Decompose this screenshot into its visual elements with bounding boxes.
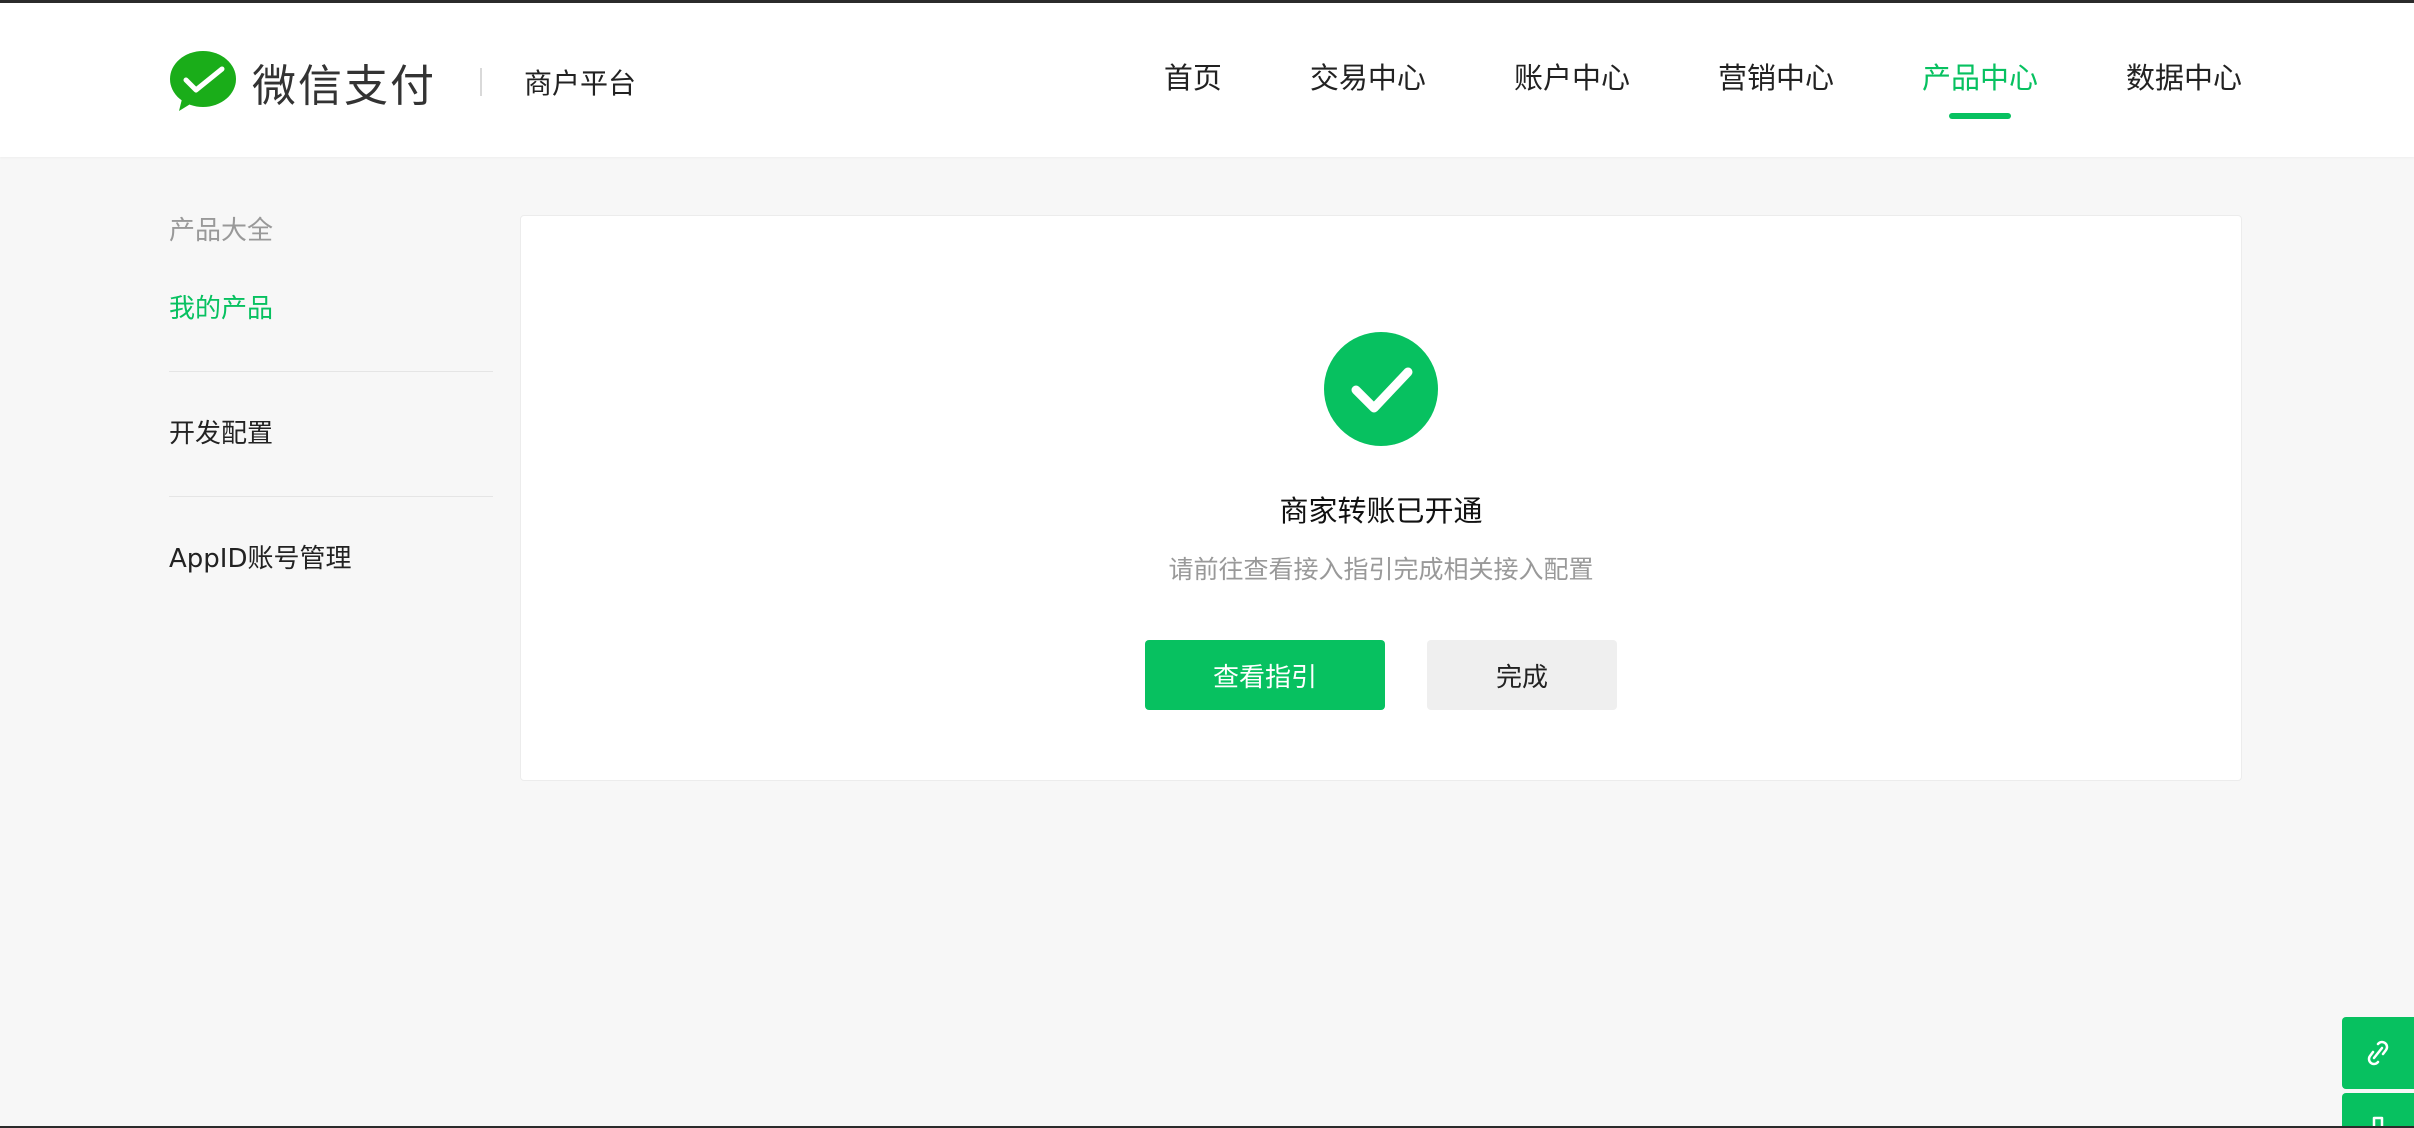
- nav-item-data-center[interactable]: 数据中心: [2126, 43, 2242, 119]
- sidebar-item-dev-config[interactable]: 开发配置: [169, 406, 493, 462]
- nav-item-home[interactable]: 首页: [1164, 43, 1222, 119]
- nav-item-trade-center[interactable]: 交易中心: [1310, 43, 1426, 119]
- float-download-button[interactable]: [2342, 1093, 2414, 1126]
- result-panel: 商家转账已开通 请前往查看接入指引完成相关接入配置 查看指引 完成: [521, 216, 2241, 710]
- brand-subtitle: 商户平台: [524, 67, 637, 100]
- brand[interactable]: 微信支付 商户平台: [168, 47, 636, 117]
- wechat-pay-logo-icon: [170, 51, 236, 111]
- top-header: 微信支付 商户平台 首页 交易中心 账户中心 营销中心 产品中心 数据中心: [0, 3, 2414, 157]
- result-description: 请前往查看接入指引完成相关接入配置: [1168, 555, 1594, 584]
- sidebar-group-title[interactable]: 产品大全: [169, 203, 493, 259]
- sidebar-item-appid-management[interactable]: AppID账号管理: [169, 531, 493, 587]
- done-button[interactable]: 完成: [1427, 640, 1617, 710]
- result-title: 商家转账已开通: [1279, 494, 1483, 528]
- result-actions: 查看指引 完成: [1145, 640, 1617, 710]
- view-guide-button[interactable]: 查看指引: [1145, 640, 1385, 710]
- brand-name: 微信支付: [252, 61, 436, 112]
- nav-item-product-center[interactable]: 产品中心: [1922, 43, 2038, 119]
- nav-item-marketing-center[interactable]: 营销中心: [1718, 43, 1834, 119]
- sidebar: 产品大全 我的产品 开发配置 AppID账号管理: [169, 203, 493, 587]
- link-icon: [2367, 1040, 2389, 1066]
- nav-item-account-center[interactable]: 账户中心: [1514, 43, 1630, 119]
- float-link-button[interactable]: [2342, 1017, 2414, 1089]
- result-card: 商家转账已开通 请前往查看接入指引完成相关接入配置 查看指引 完成: [520, 215, 2242, 781]
- main-nav: 首页 交易中心 账户中心 营销中心 产品中心 数据中心: [1164, 43, 2242, 119]
- brand-divider: [480, 68, 482, 96]
- download-icon: [2372, 1116, 2384, 1126]
- floating-toolbar: [2342, 1017, 2414, 1126]
- sidebar-divider: [169, 371, 493, 372]
- sidebar-divider: [169, 496, 493, 497]
- page-frame: 微信支付 商户平台 首页 交易中心 账户中心 营销中心 产品中心 数据中心 产品…: [0, 0, 2414, 1128]
- sidebar-item-my-products[interactable]: 我的产品: [169, 281, 493, 337]
- check-circle-icon: [1324, 332, 1438, 446]
